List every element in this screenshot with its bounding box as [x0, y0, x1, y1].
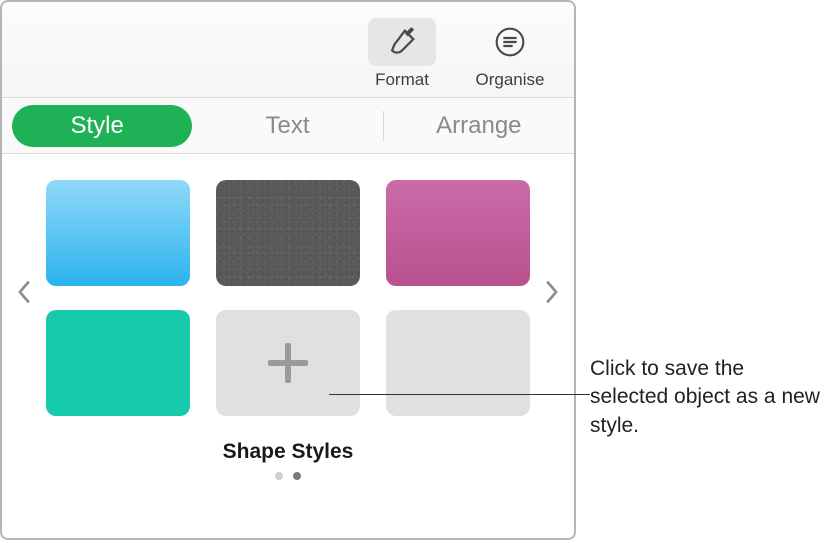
- chevron-right-icon: [545, 281, 559, 303]
- styles-prev-button[interactable]: [10, 272, 38, 312]
- tab-text[interactable]: Text: [192, 105, 382, 147]
- inspector-toolbar: Format Organise: [2, 2, 574, 98]
- tab-arrange-label: Arrange: [436, 112, 521, 140]
- tab-arrange[interactable]: Arrange: [384, 105, 574, 147]
- tab-style-label: Style: [70, 112, 123, 140]
- add-style-button[interactable]: [216, 310, 360, 416]
- callout-leader-line: [329, 394, 590, 395]
- style-swatch-teal[interactable]: [46, 310, 190, 416]
- organise-icon-wrap: [476, 18, 544, 66]
- style-swatch-blue[interactable]: [46, 180, 190, 286]
- page-dot-2[interactable]: [293, 472, 301, 480]
- organise-icon: [494, 26, 526, 58]
- style-swatch-magenta[interactable]: [386, 180, 530, 286]
- shape-styles-area: Shape Styles: [2, 154, 574, 480]
- format-label: Format: [375, 70, 429, 90]
- tab-text-label: Text: [265, 112, 309, 140]
- tab-style[interactable]: Style: [2, 105, 192, 147]
- styles-page-dots: [46, 472, 530, 480]
- format-inspector-panel: Format Organise Style Text Arrange: [0, 0, 576, 540]
- chevron-left-icon: [17, 281, 31, 303]
- organise-label: Organise: [476, 70, 545, 90]
- shape-styles-grid: [46, 180, 530, 416]
- callout-text: Click to save the selected object as a n…: [590, 355, 820, 440]
- style-swatch-empty[interactable]: [386, 310, 530, 416]
- styles-next-button[interactable]: [538, 272, 566, 312]
- format-toolbar-button[interactable]: Format: [352, 10, 452, 90]
- plus-icon: [268, 343, 308, 383]
- organise-toolbar-button[interactable]: Organise: [460, 10, 560, 90]
- page-dot-1[interactable]: [275, 472, 283, 480]
- format-icon-wrap: [368, 18, 436, 66]
- inspector-tab-bar: Style Text Arrange: [2, 98, 574, 154]
- paintbrush-icon: [385, 25, 419, 59]
- shape-styles-title: Shape Styles: [46, 440, 530, 464]
- style-swatch-gray-texture[interactable]: [216, 180, 360, 286]
